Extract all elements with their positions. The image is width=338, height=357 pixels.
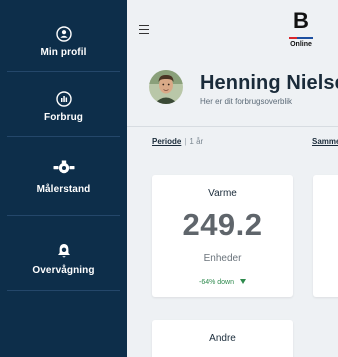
sidebar: Min profil Forbrug Målerstand Overvågnin… xyxy=(0,0,127,357)
tab-sammenlign[interactable]: Sammenlign xyxy=(312,137,338,146)
tab-separator: | xyxy=(184,137,187,146)
sidebar-divider xyxy=(7,71,120,72)
card-value: 249.2 xyxy=(182,207,263,242)
trend-text: -64% down xyxy=(198,279,235,286)
menu-icon[interactable] xyxy=(139,25,149,34)
sidebar-item-label: Overvågning xyxy=(32,265,95,276)
sidebar-item-forbrug[interactable]: Forbrug xyxy=(7,91,120,137)
card-trend: -64% down xyxy=(152,279,293,286)
arrow-down-icon xyxy=(240,279,247,284)
period-filter: Periode | 1 år xyxy=(152,137,203,146)
consumption-card-varme[interactable]: Varme 249.2 Enheder -64% down xyxy=(152,175,293,297)
meter-icon xyxy=(53,160,74,174)
card-title: Varme xyxy=(208,188,237,199)
logo-bar-blue xyxy=(297,37,313,39)
bell-icon xyxy=(57,244,70,258)
user-circle-icon xyxy=(55,26,72,42)
header-divider xyxy=(127,126,338,127)
bar-chart-circle-icon xyxy=(55,91,72,107)
user-name: Henning Nielsen xyxy=(200,72,338,94)
logo-subtext: Online xyxy=(290,41,312,48)
consumption-card-andre[interactable]: Andre xyxy=(152,320,293,357)
card-unit: Enheder xyxy=(203,253,242,264)
card-title: Andre xyxy=(209,333,236,344)
sidebar-item-min-profil[interactable]: Min profil xyxy=(7,26,120,72)
consumption-card[interactable] xyxy=(313,175,338,297)
sidebar-item-label: Forbrug xyxy=(43,112,84,123)
sidebar-divider xyxy=(7,290,120,291)
period-value[interactable]: 1 år xyxy=(189,137,203,146)
sidebar-item-overvagning[interactable]: Overvågning xyxy=(7,243,120,291)
sidebar-item-malerstand[interactable]: Målerstand xyxy=(7,160,120,216)
sidebar-divider xyxy=(7,136,120,137)
sidebar-divider xyxy=(7,215,120,216)
page-subtitle: Her er dit forbrugsoverblik xyxy=(200,97,293,106)
avatar xyxy=(149,70,183,104)
logo-letter: B xyxy=(293,8,309,33)
sidebar-item-label: Min profil xyxy=(40,47,87,58)
main-content: B Online Henning Nielsen Her er dit forb… xyxy=(127,0,338,357)
brand-logo[interactable]: B Online xyxy=(281,10,321,50)
tab-periode[interactable]: Periode xyxy=(152,137,181,146)
sidebar-item-label: Målerstand xyxy=(36,184,91,195)
